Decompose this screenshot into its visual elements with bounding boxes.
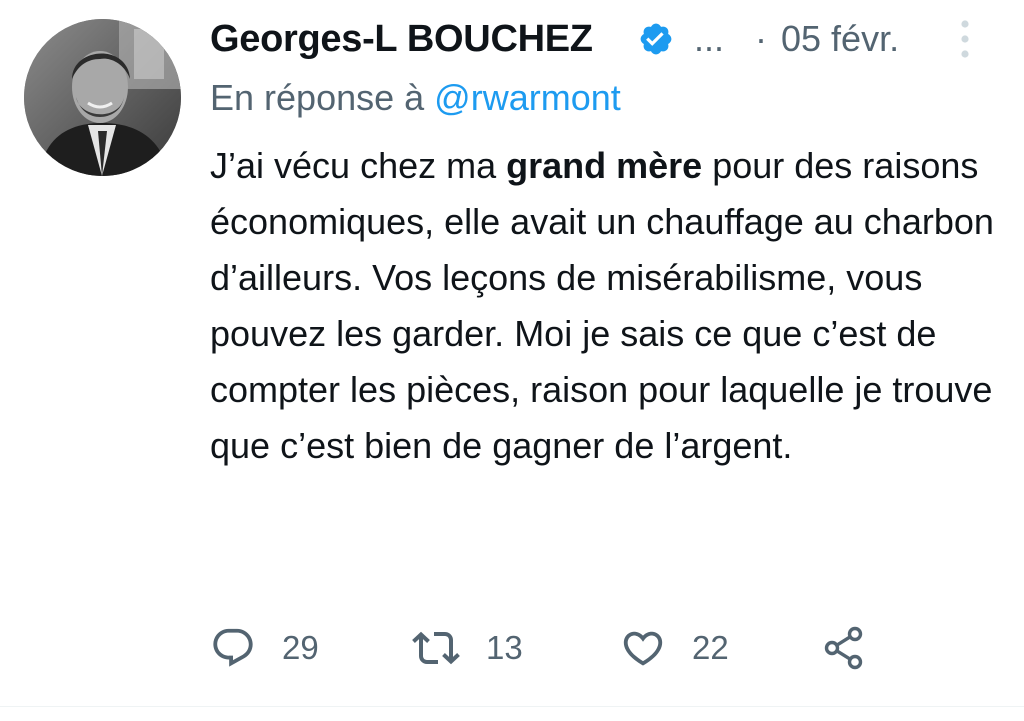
like-count: 22 — [692, 629, 729, 666]
reply-context: En réponse à @rwarmont — [210, 74, 621, 122]
reply-count: 29 — [282, 629, 319, 666]
reply-icon — [210, 625, 256, 671]
tweet-date[interactable]: 05 févr. — [781, 14, 899, 64]
reply-prefix: En réponse à — [210, 77, 425, 118]
retweet-button[interactable]: 13 — [412, 620, 523, 676]
more-options-icon[interactable] — [952, 17, 978, 61]
separator-dot: · — [755, 18, 767, 59]
verified-badge-icon — [638, 21, 674, 57]
tweet-text-bold: grand mère — [506, 145, 703, 186]
tweet-text-part1: J’ai vécu chez ma — [210, 145, 507, 186]
avatar[interactable] — [24, 19, 181, 176]
like-button[interactable]: 22 — [620, 620, 729, 676]
reply-mention-link[interactable]: @rwarmont — [434, 77, 621, 118]
tweet-body: J’ai vécu chez ma grand mère pour des ra… — [210, 138, 1010, 474]
share-button[interactable] — [820, 620, 868, 676]
share-icon — [820, 624, 868, 672]
tweet-actions: 29 13 22 — [210, 620, 910, 676]
retweet-count: 13 — [486, 629, 523, 666]
author-name[interactable]: Georges-L BOUCHEZ — [210, 14, 593, 64]
tweet-text-part2: pour des raisons économiques, elle avait… — [210, 145, 994, 466]
author-handle[interactable]: ... — [694, 14, 724, 64]
divider — [0, 706, 1024, 707]
tweet-card[interactable]: Georges-L BOUCHEZ ... · 05 févr. En répo… — [0, 0, 1024, 721]
heart-icon — [620, 625, 666, 671]
retweet-icon — [412, 624, 460, 672]
reply-button[interactable]: 29 — [210, 620, 319, 676]
tweet-header: Georges-L BOUCHEZ ... · 05 févr. — [210, 14, 990, 66]
